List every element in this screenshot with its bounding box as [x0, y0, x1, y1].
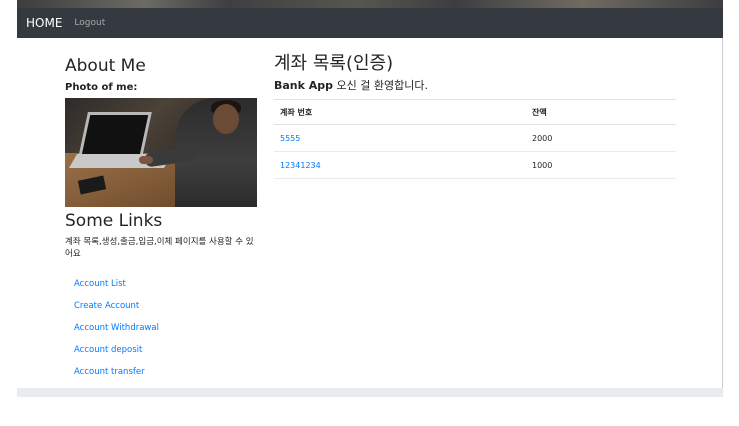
- welcome-message: Bank App 오신 걸 환영합니다.: [274, 79, 676, 93]
- account-transfer-link[interactable]: Account transfer: [74, 367, 145, 377]
- background-photo-strip: [17, 0, 723, 8]
- app-name: Bank App: [274, 79, 334, 92]
- photo-label: Photo of me:: [65, 82, 138, 93]
- account-number-link[interactable]: 5555: [274, 124, 526, 152]
- column-header-account-number: 계좌 번호: [274, 99, 526, 125]
- column-header-balance: 잔액: [526, 99, 676, 125]
- account-withdrawal-link[interactable]: Account Withdrawal: [74, 323, 159, 333]
- table-header-row: 계좌 번호 잔액: [274, 99, 676, 125]
- account-deposit-link[interactable]: Account deposit: [74, 345, 142, 355]
- sidebar-link-list: Account List Create Account Account With…: [65, 270, 260, 380]
- top-navbar: HOME Logout: [17, 8, 723, 38]
- page-edge: [722, 38, 723, 396]
- home-link[interactable]: HOME: [26, 16, 62, 30]
- account-number-link[interactable]: 12341234: [274, 151, 526, 179]
- some-links-heading: Some Links: [65, 211, 163, 231]
- about-me-heading: About Me: [65, 56, 146, 76]
- account-balance: 1000: [526, 151, 676, 179]
- table-row: 5555 2000: [274, 124, 676, 152]
- sidebar-item-create-account: Create Account: [65, 292, 260, 314]
- account-table: 계좌 번호 잔액 5555 2000 12341234 1000: [274, 99, 676, 179]
- logout-link[interactable]: Logout: [74, 18, 105, 28]
- account-balance: 2000: [526, 124, 676, 152]
- sidebar-item-account-list: Account List: [65, 270, 260, 292]
- sidebar: About Me Photo of me: Some Links 계좌 목록,생…: [65, 55, 260, 380]
- table-row: 12341234 1000: [274, 151, 676, 179]
- links-description: 계좌 목록,생성,출금,입금,이체 페이지를 사용할 수 있어요: [65, 237, 254, 259]
- page-title: 계좌 목록(인증): [274, 53, 394, 74]
- welcome-text: 오신 걸 환영합니다.: [333, 79, 428, 92]
- profile-photo: [65, 98, 257, 207]
- sidebar-item-deposit: Account deposit: [65, 336, 260, 358]
- sidebar-item-withdrawal: Account Withdrawal: [65, 314, 260, 336]
- main-content: 계좌 목록(인증) Bank App 오신 걸 환영합니다. 계좌 번호 잔액 …: [274, 52, 676, 179]
- footer: [17, 388, 723, 397]
- account-list-link[interactable]: Account List: [74, 279, 126, 289]
- create-account-link[interactable]: Create Account: [74, 301, 139, 311]
- sidebar-item-transfer: Account transfer: [65, 358, 260, 380]
